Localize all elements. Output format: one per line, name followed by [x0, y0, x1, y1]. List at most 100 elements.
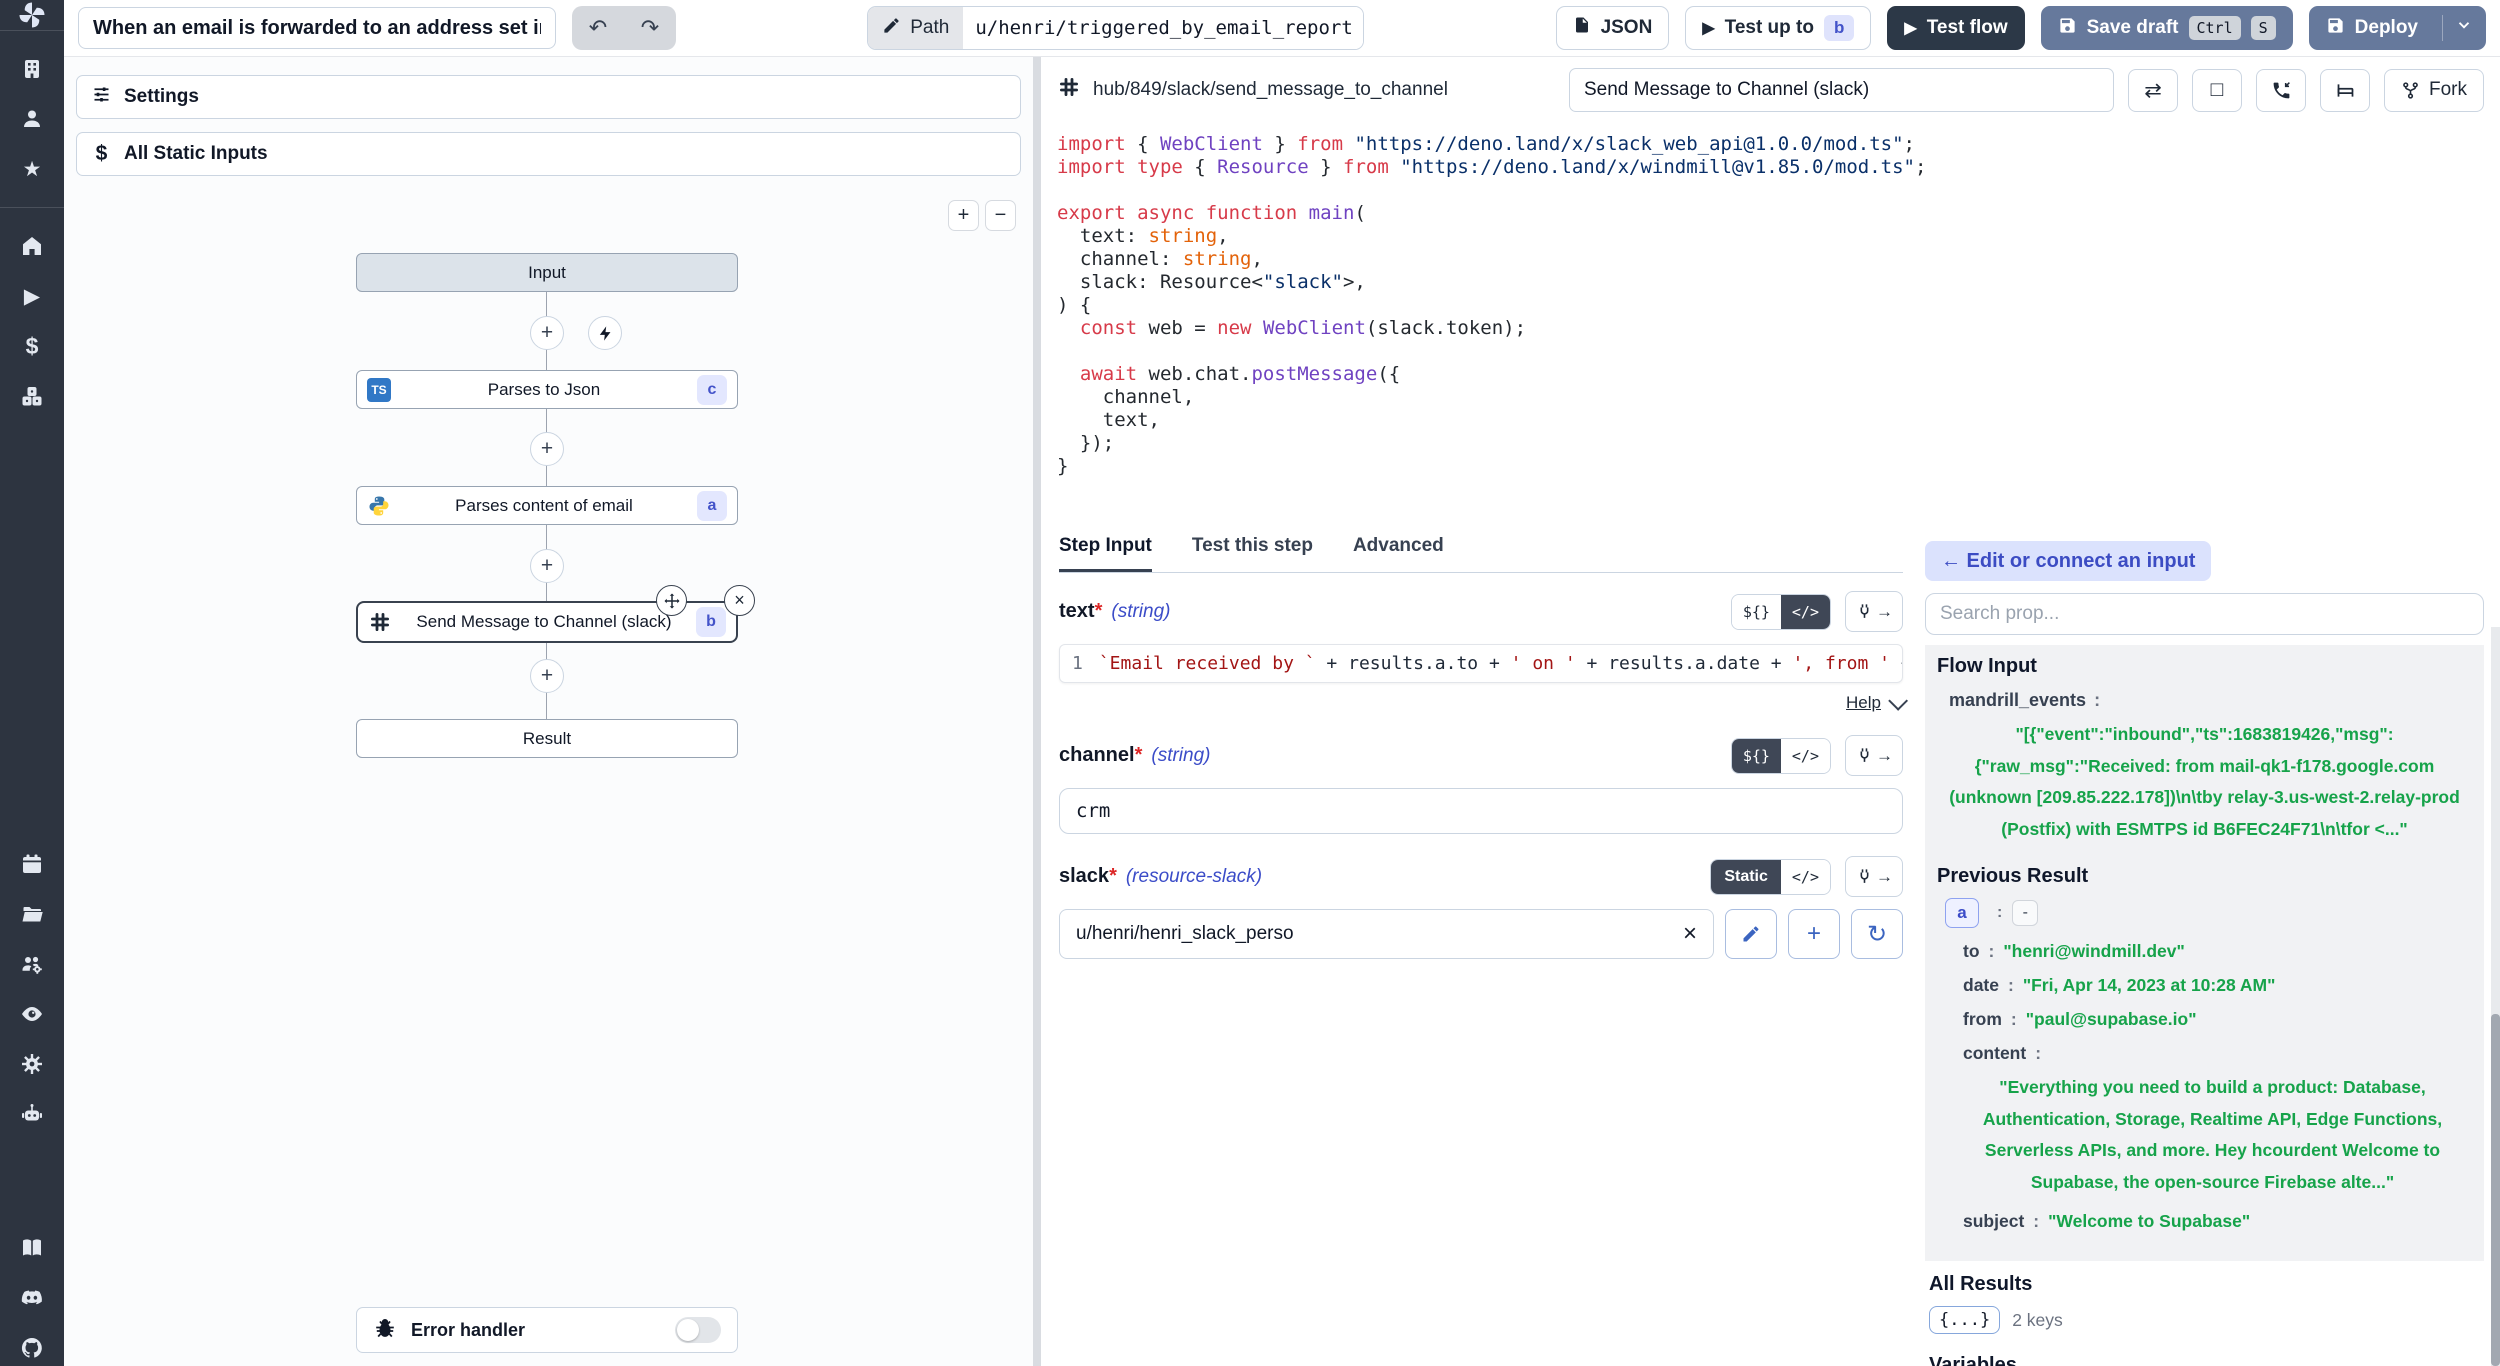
- undo-icon[interactable]: ↶: [572, 6, 624, 50]
- variables-dollar-icon[interactable]: $: [10, 326, 54, 366]
- result-row[interactable]: subject:"Welcome to Supabase": [1963, 1211, 2472, 1232]
- code-editor[interactable]: import { WebClient } from "https://deno.…: [1041, 123, 2500, 527]
- docs-book-icon[interactable]: [10, 1228, 54, 1268]
- fork-button[interactable]: Fork: [2384, 69, 2484, 112]
- groups-users-gear-icon[interactable]: [10, 944, 54, 984]
- template-mode-button[interactable]: ${}: [1732, 739, 1781, 773]
- node-parses-content-of-email[interactable]: Parses content of email a: [356, 486, 738, 525]
- result-row[interactable]: to:"henri@windmill.dev": [1963, 941, 2472, 962]
- bed-icon: [2335, 80, 2356, 101]
- trigger-zap-button[interactable]: [588, 316, 622, 350]
- connect-input-button[interactable]: →: [1845, 591, 1903, 632]
- test-flow-button[interactable]: ▶ Test flow: [1887, 6, 2024, 50]
- flow-settings-button[interactable]: Settings: [76, 75, 1021, 119]
- runs-play-icon[interactable]: ▶: [10, 276, 54, 316]
- resources-boxes-icon[interactable]: [10, 376, 54, 416]
- slack-resource-picker[interactable]: u/henri/henri_slack_perso ×: [1059, 909, 1714, 959]
- folders-icon[interactable]: [10, 894, 54, 934]
- workers-robot-icon[interactable]: [10, 1094, 54, 1134]
- text-expression-editor[interactable]: 1 `Email received by ` + results.a.to + …: [1059, 644, 1903, 683]
- node-send-message-label: Send Message to Channel (slack): [392, 612, 696, 632]
- result-row[interactable]: content:"Everything you need to build a …: [1963, 1043, 2472, 1198]
- template-mode-button[interactable]: ${}: [1732, 595, 1781, 629]
- code-mode-button[interactable]: </>: [1781, 739, 1830, 773]
- json-button-label: JSON: [1601, 17, 1653, 39]
- collapse-badge[interactable]: -: [2012, 900, 2038, 926]
- discord-icon[interactable]: [10, 1278, 54, 1318]
- insert-step-button[interactable]: +: [530, 659, 564, 693]
- node-parses-content-of-email-label: Parses content of email: [391, 496, 697, 516]
- code-mode-button[interactable]: </>: [1781, 860, 1830, 894]
- path-input[interactable]: [963, 7, 1363, 49]
- user-icon[interactable]: [10, 99, 54, 139]
- step-badge: b: [1824, 15, 1854, 41]
- suspend-bed-button[interactable]: [2320, 69, 2370, 112]
- deploy-button[interactable]: Deploy: [2310, 16, 2432, 41]
- save-draft-button[interactable]: Save draft Ctrl S: [2041, 6, 2293, 50]
- insert-step-button[interactable]: +: [530, 432, 564, 466]
- tab-step-input[interactable]: Step Input: [1059, 527, 1152, 572]
- code-mode-button[interactable]: </>: [1781, 595, 1830, 629]
- webhook-phone-button[interactable]: [2256, 69, 2306, 112]
- refresh-resource-button[interactable]: ↻: [1851, 909, 1903, 959]
- zoom-out-button[interactable]: −: [985, 200, 1016, 231]
- workspace-icon[interactable]: [10, 49, 54, 89]
- windmill-logo-icon[interactable]: [0, 0, 64, 30]
- step-summary-input[interactable]: [1569, 68, 2114, 112]
- expand-editor-button[interactable]: □: [2192, 69, 2242, 112]
- sliders-icon: [91, 84, 112, 111]
- audit-logs-eye-icon[interactable]: [10, 994, 54, 1034]
- node-result[interactable]: Result: [356, 719, 738, 758]
- all-results-title: All Results: [1929, 1273, 2472, 1296]
- help-link[interactable]: Help: [1846, 693, 1881, 713]
- flow-input-value[interactable]: "[{"event":"inbound","ts":1683819426,"ms…: [1937, 719, 2472, 845]
- hub-path-text[interactable]: hub/849/slack/send_message_to_channel: [1093, 79, 1448, 101]
- swap-script-button[interactable]: ⇄: [2128, 69, 2178, 112]
- static-mode-button[interactable]: Static: [1711, 860, 1781, 894]
- flow-title-input[interactable]: [78, 7, 556, 49]
- node-input[interactable]: Input: [356, 253, 738, 292]
- search-prop-input[interactable]: [1925, 593, 2484, 635]
- schedules-calendar-icon[interactable]: [10, 844, 54, 884]
- text-expression: `Email received by ` + results.a.to + ' …: [1099, 653, 1903, 674]
- tab-advanced[interactable]: Advanced: [1353, 527, 1444, 572]
- python-icon: [367, 494, 391, 518]
- slack-field-header: slack* (resource-slack) Static </> →: [1059, 856, 1903, 897]
- clear-resource-icon[interactable]: ×: [1683, 920, 1697, 948]
- zoom-in-button[interactable]: +: [948, 200, 979, 231]
- home-icon[interactable]: [10, 226, 54, 266]
- flow-input-key-row[interactable]: mandrill_events:: [1949, 690, 2472, 711]
- path-button[interactable]: Path: [868, 7, 963, 49]
- deploy-dropdown-button[interactable]: [2442, 15, 2485, 40]
- favorites-star-icon[interactable]: ★: [10, 149, 54, 189]
- redo-icon[interactable]: ↷: [624, 6, 676, 50]
- move-step-button[interactable]: [656, 585, 687, 616]
- result-key-a-badge[interactable]: a: [1945, 898, 1979, 928]
- test-up-to-button[interactable]: ▶ Test up to b: [1685, 6, 1871, 50]
- json-button[interactable]: JSON: [1556, 6, 1670, 50]
- add-resource-button[interactable]: +: [1788, 909, 1840, 959]
- delete-step-button[interactable]: ×: [724, 585, 755, 616]
- object-expand-badge[interactable]: {...}: [1929, 1306, 2000, 1334]
- bug-icon: [373, 1316, 397, 1345]
- channel-value-input[interactable]: [1059, 788, 1903, 834]
- scrollbar-thumb[interactable]: [2491, 1014, 2500, 1366]
- node-parses-to-json[interactable]: TS Parses to Json c: [356, 370, 738, 409]
- edit-or-connect-button[interactable]: ← Edit or connect an input: [1925, 541, 2211, 581]
- settings-gear-icon[interactable]: [10, 1044, 54, 1084]
- connect-input-button[interactable]: →: [1845, 856, 1903, 897]
- insert-step-button[interactable]: +: [530, 316, 564, 350]
- github-icon[interactable]: [10, 1328, 54, 1366]
- tab-test-this-step[interactable]: Test this step: [1192, 527, 1313, 572]
- pencil-icon: [1741, 924, 1761, 944]
- error-handler-node[interactable]: Error handler: [356, 1307, 738, 1353]
- connect-input-button[interactable]: →: [1845, 735, 1903, 776]
- save-draft-label: Save draft: [2087, 17, 2179, 39]
- result-row[interactable]: date:"Fri, Apr 14, 2023 at 10:28 AM": [1963, 975, 2472, 996]
- edit-resource-button[interactable]: [1725, 909, 1777, 959]
- insert-step-button[interactable]: +: [530, 549, 564, 583]
- panel-resize-handle[interactable]: [1033, 57, 1041, 1366]
- result-row[interactable]: from:"paul@supabase.io": [1963, 1009, 2472, 1030]
- all-static-inputs-button[interactable]: $ All Static Inputs: [76, 132, 1021, 176]
- error-handler-toggle[interactable]: [675, 1317, 721, 1343]
